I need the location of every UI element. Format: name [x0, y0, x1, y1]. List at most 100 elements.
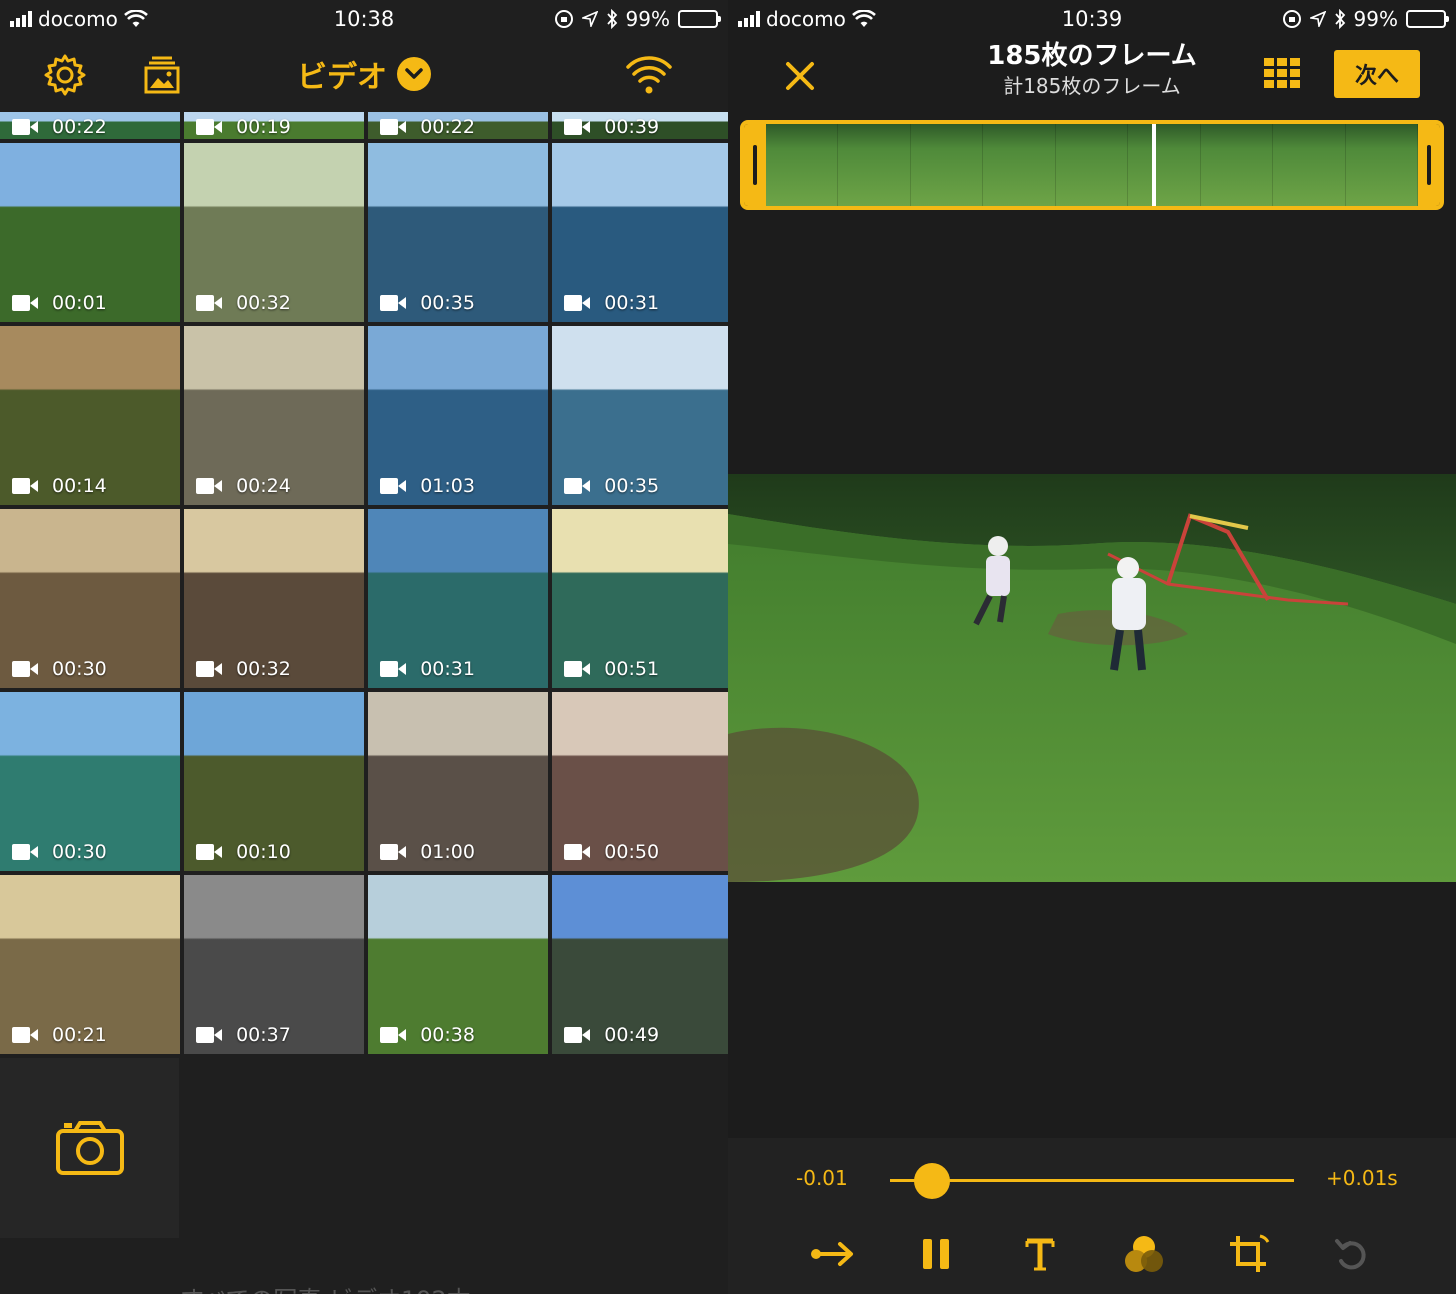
video-tile[interactable]: 00:30: [0, 509, 180, 688]
editor-header: 185枚のフレーム 計185枚のフレーム 次へ: [728, 40, 1456, 112]
duration-label: 00:14: [52, 475, 107, 497]
speed-slider-knob[interactable]: [914, 1163, 950, 1199]
duration-label: 00:19: [236, 116, 291, 138]
video-camera-icon: [564, 844, 591, 860]
playback-direction-button[interactable]: [806, 1228, 858, 1280]
slider-min-label: -0.01: [796, 1166, 848, 1190]
video-camera-icon: [12, 119, 38, 135]
video-tile[interactable]: 00:01: [0, 143, 180, 322]
video-tile[interactable]: 00:38: [368, 875, 548, 1054]
video-tile[interactable]: 00:22: [368, 112, 548, 139]
duration-label: 00:31: [420, 658, 475, 680]
rotation-lock-icon: [1282, 10, 1301, 28]
library-summary: すべての写真 ビデオ192本: [180, 1280, 471, 1294]
speed-slider-track[interactable]: [890, 1179, 1294, 1182]
video-tile[interactable]: 00:32: [184, 509, 364, 688]
speed-slider-row: -0.01 +0.01s: [728, 1160, 1456, 1200]
video-camera-icon: [564, 478, 591, 494]
crop-button[interactable]: [1222, 1228, 1274, 1280]
video-tile[interactable]: 00:14: [0, 326, 180, 505]
video-tile[interactable]: 00:39: [552, 112, 728, 139]
video-tile[interactable]: 00:32: [184, 143, 364, 322]
next-button[interactable]: 次へ: [1334, 50, 1420, 98]
wifi-icon: [626, 56, 672, 94]
video-preview[interactable]: [728, 474, 1456, 882]
duration-label: 00:22: [420, 116, 475, 138]
video-duration: 01:03: [380, 475, 475, 497]
video-tile[interactable]: 00:37: [184, 875, 364, 1054]
video-picker-screen: docomo 10:38 99% ビデオ 00:22 00:19 00:22 0…: [0, 0, 728, 1294]
grid-view-button[interactable]: [1264, 58, 1300, 88]
video-duration: 00:35: [380, 292, 475, 314]
video-tile[interactable]: 00:22: [0, 112, 180, 139]
video-duration: 00:32: [196, 658, 291, 680]
battery-percent: 99%: [1353, 7, 1398, 31]
duration-label: 01:03: [420, 475, 475, 497]
wifi-transfer-button[interactable]: [626, 52, 672, 98]
duration-label: 00:51: [604, 658, 660, 680]
timeline-frames: [766, 124, 1418, 206]
playhead[interactable]: [1152, 124, 1156, 206]
filter-button[interactable]: [1118, 1228, 1170, 1280]
video-duration: 00:35: [564, 475, 659, 497]
video-camera-icon: [564, 119, 591, 135]
video-tile[interactable]: 00:21: [0, 875, 180, 1054]
video-tile[interactable]: 00:31: [552, 143, 728, 322]
pause-button[interactable]: [910, 1228, 962, 1280]
bluetooth-icon: [606, 9, 617, 29]
video-duration: 00:38: [380, 1024, 475, 1046]
video-camera-icon: [196, 1027, 223, 1043]
frame-timeline[interactable]: [740, 120, 1444, 210]
video-duration: 00:10: [196, 841, 291, 863]
video-tile[interactable]: 00:10: [184, 692, 364, 871]
video-camera-icon: [380, 478, 407, 494]
carrier-name: docomo: [38, 7, 118, 31]
duration-label: 00:39: [604, 116, 660, 138]
video-tile[interactable]: 00:35: [552, 326, 728, 505]
album-title-dropdown[interactable]: ビデオ: [0, 52, 728, 96]
undo-button[interactable]: [1326, 1228, 1378, 1280]
video-tile[interactable]: 00:31: [368, 509, 548, 688]
duration-label: 00:22: [52, 116, 107, 138]
grid-icon: [1264, 58, 1274, 66]
arrow-right-icon: [811, 1242, 853, 1266]
duration-label: 00:35: [604, 475, 660, 497]
duration-label: 00:31: [604, 292, 660, 314]
duration-label: 00:35: [420, 292, 475, 314]
video-tile[interactable]: 01:00: [368, 692, 548, 871]
video-camera-icon: [196, 119, 223, 135]
video-tile[interactable]: 00:19: [184, 112, 364, 139]
video-camera-icon: [380, 1027, 407, 1043]
trim-handle-start[interactable]: [744, 124, 766, 206]
duration-label: 00:32: [236, 658, 291, 680]
video-duration: 00:39: [564, 116, 659, 138]
video-tile[interactable]: 00:50: [552, 692, 728, 871]
video-duration: 00:24: [196, 475, 291, 497]
camera-button[interactable]: [0, 1058, 179, 1238]
trim-handle-end[interactable]: [1418, 124, 1440, 206]
camera-icon: [55, 1121, 124, 1175]
video-tile[interactable]: 00:30: [0, 692, 180, 871]
video-tile[interactable]: 00:51: [552, 509, 728, 688]
pause-icon: [923, 1239, 949, 1269]
rotation-lock-icon: [554, 10, 573, 28]
text-button[interactable]: [1014, 1228, 1066, 1280]
video-camera-icon: [196, 661, 223, 677]
video-tile[interactable]: 00:24: [184, 326, 364, 505]
wifi-status-icon: [123, 10, 148, 27]
video-tile[interactable]: 00:35: [368, 143, 548, 322]
video-camera-icon: [12, 478, 38, 494]
duration-label: 00:01: [52, 292, 107, 314]
video-camera-icon: [12, 661, 38, 677]
video-camera-icon: [564, 1027, 591, 1043]
video-camera-icon: [196, 478, 223, 494]
video-duration: 00:31: [564, 292, 659, 314]
chevron-down-icon: [397, 57, 431, 91]
video-tile[interactable]: 01:03: [368, 326, 548, 505]
carrier-name: docomo: [766, 7, 846, 31]
video-camera-icon: [380, 295, 407, 311]
video-duration: 00:50: [564, 841, 659, 863]
video-camera-icon: [196, 295, 223, 311]
video-duration: 00:22: [380, 116, 475, 138]
video-tile[interactable]: 00:49: [552, 875, 728, 1054]
